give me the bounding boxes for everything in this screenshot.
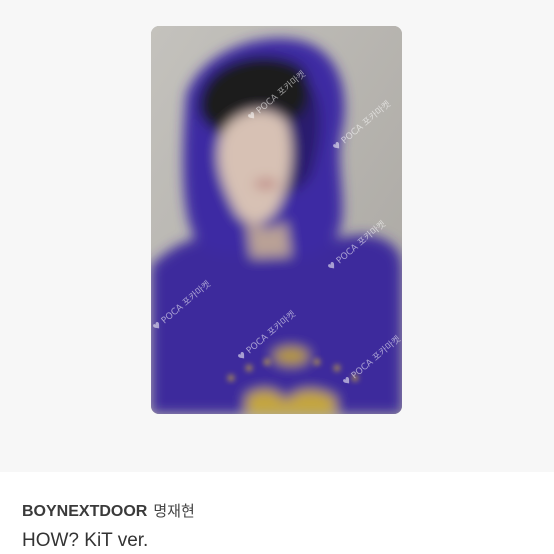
member-name: 명재현: [153, 502, 195, 520]
product-caption: BOYNEXTDOOR 명재현 HOW? KiT ver.: [22, 500, 542, 553]
group-name: BOYNEXTDOOR: [22, 503, 148, 520]
product-title: BOYNEXTDOOR 명재현: [22, 500, 542, 523]
photocard-image[interactable]: ♥ POCA 포카마켓 ♥ POCA 포카마켓 ♥ POCA 포카마켓 ♥ PO…: [151, 26, 402, 414]
album-version: HOW? KiT ver.: [22, 530, 149, 551]
product-image-area[interactable]: ♥ POCA 포카마켓 ♥ POCA 포카마켓 ♥ POCA 포카마켓 ♥ PO…: [0, 0, 554, 472]
photocard-photo: ♥ POCA 포카마켓 ♥ POCA 포카마켓 ♥ POCA 포카마켓 ♥ PO…: [151, 26, 402, 414]
product-screen: ♥ POCA 포카마켓 ♥ POCA 포카마켓 ♥ POCA 포카마켓 ♥ PO…: [0, 0, 554, 554]
